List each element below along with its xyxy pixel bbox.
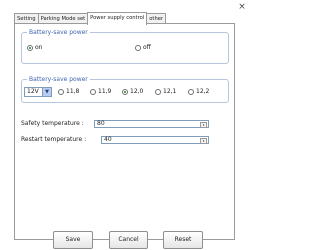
radio-selected-icon bbox=[122, 89, 128, 95]
safety-temperature-value: 80 bbox=[97, 120, 105, 127]
spinner-arrows-icon[interactable]: ⇕ bbox=[200, 122, 207, 128]
battery-save-power-group: Battery-save power on off bbox=[21, 28, 229, 64]
voltage-label: 12,1 bbox=[163, 88, 177, 95]
battery-save-on-radio[interactable]: on bbox=[27, 44, 42, 52]
voltage-radio-11-9[interactable]: 11,9 bbox=[90, 88, 111, 96]
radio-unselected-icon bbox=[135, 45, 141, 51]
safety-temperature-spinner[interactable]: 80 ⇕ bbox=[94, 120, 209, 128]
voltage-radio-12-2[interactable]: 12,2 bbox=[188, 88, 209, 96]
voltage-radio-11-8[interactable]: 11,8 bbox=[58, 88, 79, 96]
battery-save-off-label: off bbox=[143, 44, 151, 51]
battery-save-voltage-legend: Battery-save power bbox=[27, 75, 90, 84]
radio-unselected-icon bbox=[90, 89, 96, 95]
system-voltage-select[interactable]: 12V ▼ bbox=[24, 87, 52, 97]
spinner-arrows-icon[interactable]: ⇕ bbox=[200, 138, 207, 144]
save-button[interactable]: Save bbox=[53, 231, 93, 249]
voltage-label: 12,2 bbox=[196, 88, 210, 95]
radio-selected-icon bbox=[27, 45, 33, 51]
safety-temperature-label: Safety temperature : bbox=[21, 120, 84, 127]
battery-save-off-radio[interactable]: off bbox=[135, 44, 151, 52]
voltage-radio-12-1[interactable]: 12,1 bbox=[155, 88, 176, 96]
radio-unselected-icon bbox=[58, 89, 64, 95]
cancel-button[interactable]: Cancel bbox=[109, 231, 148, 249]
radio-unselected-icon bbox=[155, 89, 161, 95]
battery-save-on-label: on bbox=[35, 44, 43, 51]
chevron-down-icon[interactable]: ▼ bbox=[42, 88, 51, 96]
close-icon[interactable]: × bbox=[237, 2, 247, 12]
restart-temperature-value: 40 bbox=[104, 136, 112, 143]
voltage-label: 11,9 bbox=[98, 88, 112, 95]
voltage-radio-12-0[interactable]: 12,0 bbox=[122, 88, 143, 96]
reset-button[interactable]: Reset bbox=[163, 231, 203, 249]
radio-unselected-icon bbox=[188, 89, 194, 95]
tab-power-supply-control[interactable]: Power supply control bbox=[87, 12, 148, 25]
restart-temperature-spinner[interactable]: 40 ⇕ bbox=[101, 136, 209, 144]
battery-save-voltage-group: Battery-save power 12V ▼ 11,8 11,9 12,0 … bbox=[21, 75, 229, 103]
restart-temperature-label: Restart temperature : bbox=[21, 136, 87, 143]
power-supply-panel: Battery-save power on off Battery-save p… bbox=[14, 23, 235, 240]
voltage-label: 12,0 bbox=[130, 88, 144, 95]
voltage-label: 11,8 bbox=[66, 88, 80, 95]
system-voltage-value: 12V bbox=[27, 88, 39, 95]
battery-save-power-legend: Battery-save power bbox=[27, 28, 90, 37]
